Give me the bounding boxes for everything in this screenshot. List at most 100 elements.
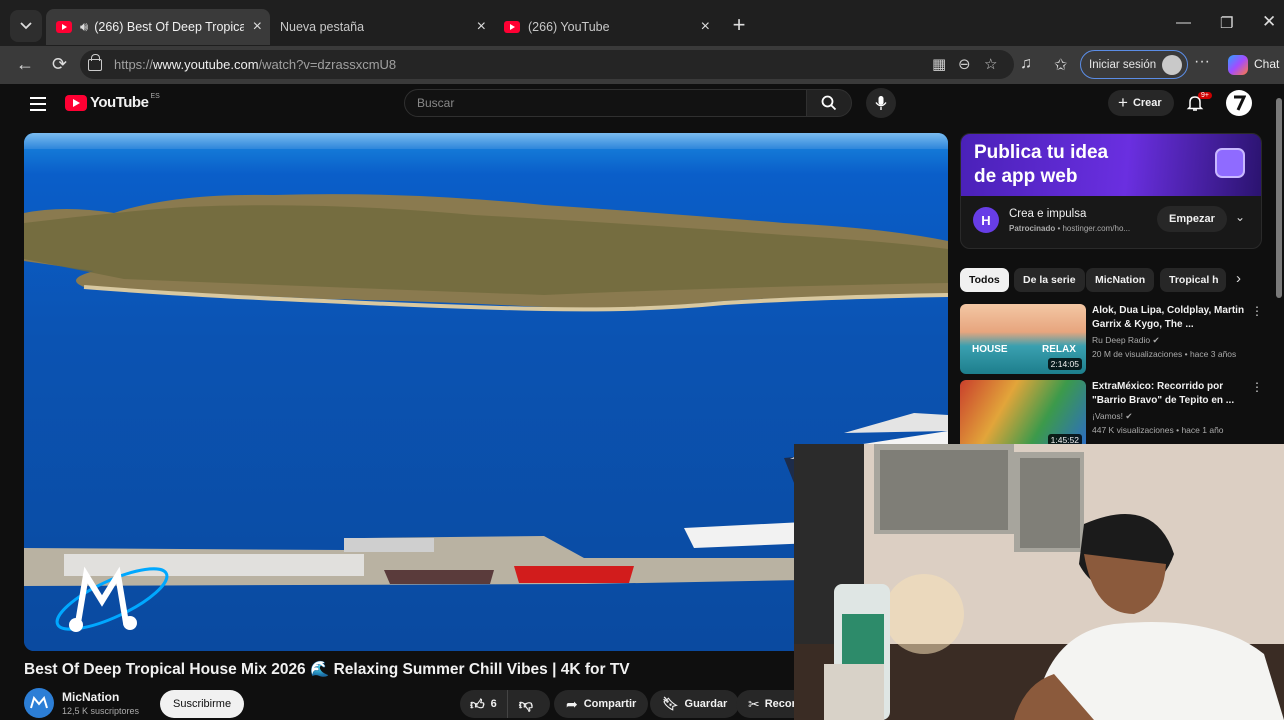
- search-button[interactable]: [806, 89, 852, 117]
- hostinger-logo-icon: H: [973, 207, 999, 233]
- channel-logo-icon: [30, 696, 48, 709]
- address-toolbar: ← ⟳ https://www.youtube.com/watch?v=dzra…: [0, 46, 1284, 84]
- save-label: Guardar: [684, 698, 728, 710]
- thumbs-up-icon: 👍︎: [470, 695, 485, 712]
- speaker-icon[interactable]: 🔊︎: [80, 19, 88, 35]
- microphone-icon: [875, 96, 887, 110]
- signin-button[interactable]: Iniciar sesión: [1080, 50, 1189, 79]
- close-tab-icon[interactable]: ×: [701, 18, 710, 36]
- tab-title: (266) YouTube: [528, 20, 610, 34]
- create-label: Crear: [1132, 97, 1162, 109]
- recommendation-meta: 20 M de visualizaciones • hace 3 años: [1092, 349, 1237, 359]
- tab-youtube-home[interactable]: (266) YouTube ×: [494, 9, 718, 45]
- new-tab-button[interactable]: +: [728, 12, 750, 38]
- account-avatar[interactable]: [1226, 90, 1252, 116]
- subscribe-button[interactable]: Suscribirme: [160, 690, 245, 718]
- thumb-text: HOUSE: [972, 344, 1008, 355]
- sponsored-ad-card[interactable]: Publica tu idea de app web H Crea e impu…: [960, 133, 1262, 249]
- like-button[interactable]: 👍︎ 6: [460, 690, 508, 718]
- recommendation-item[interactable]: 1:45:52 ExtraMéxico: Recorrido por "Barr…: [960, 380, 1263, 450]
- like-dislike-group: 👍︎ 6 👎︎: [460, 690, 550, 718]
- chevron-down-icon: [20, 22, 32, 30]
- copilot-icon[interactable]: [1228, 55, 1248, 75]
- minimize-icon[interactable]: —: [1176, 14, 1191, 31]
- video-thumbnail[interactable]: 1:45:52: [960, 380, 1086, 450]
- zoom-icon[interactable]: ⊖: [958, 55, 971, 73]
- app-available-icon[interactable]: ▦: [932, 55, 946, 73]
- logo-text: YouTube: [90, 94, 149, 111]
- scissors-icon: ✂: [748, 695, 760, 712]
- layers-icon: [1215, 148, 1245, 178]
- recommendation-item[interactable]: HOUSE RELAX 2:14:05 Alok, Dua Lipa, Cold…: [960, 304, 1263, 374]
- ad-banner[interactable]: Publica tu idea de app web: [961, 134, 1261, 196]
- micnation-logo: [55, 566, 169, 632]
- share-button[interactable]: ➦ Compartir: [554, 690, 649, 718]
- avatar-glyph-icon: [1234, 95, 1246, 111]
- back-arrow-icon[interactable]: ←: [16, 54, 34, 75]
- channel-name[interactable]: MicNation: [62, 690, 119, 704]
- chevron-right-icon[interactable]: ›: [1236, 270, 1241, 287]
- verified-icon: ✔: [1152, 335, 1160, 345]
- more-options-icon[interactable]: ⋮: [1251, 304, 1263, 318]
- ad-cta-button[interactable]: Empezar: [1157, 206, 1227, 232]
- clip-button[interactable]: ✂ Recortar: [736, 690, 796, 718]
- tab-new-tab[interactable]: Nueva pestaña ×: [270, 9, 494, 105]
- tab-youtube-video[interactable]: 🔊︎ (266) Best Of Deep Tropical H ×: [46, 9, 270, 45]
- bookmark-icon: 🔖︎: [662, 696, 679, 711]
- subscriber-count: 12,5 K suscriptores: [62, 706, 140, 716]
- thumb-text: RELAX: [1042, 344, 1076, 355]
- recommendation-title: ExtraMéxico: Recorrido por "Barrio Bravo…: [1092, 381, 1235, 406]
- recommendation-title: Alok, Dua Lipa, Coldplay, Martin Garrix …: [1092, 305, 1245, 330]
- webcam-overlay: [794, 444, 1284, 720]
- chip-de-la-serie[interactable]: De la serie: [1014, 268, 1085, 292]
- voice-search-button[interactable]: [866, 88, 896, 118]
- ad-name: Crea e impulsa: [1009, 208, 1087, 220]
- url-text: https://www.youtube.com/watch?v=dzrassxc…: [114, 57, 397, 72]
- media-control-icon[interactable]: ♫: [1020, 55, 1032, 73]
- verified-icon: ✔: [1125, 411, 1133, 421]
- region-code: ES: [150, 93, 160, 100]
- more-options-icon[interactable]: ⋮: [1251, 380, 1263, 394]
- video-title: Best Of Deep Tropical House Mix 2026 🌊 R…: [24, 661, 630, 678]
- youtube-logo[interactable]: YouTube ES: [65, 93, 160, 111]
- recommendation-channel: Ru Deep Radio ✔: [1092, 335, 1160, 345]
- favorites-icon[interactable]: ✩: [1054, 55, 1067, 75]
- island-scene: [24, 194, 948, 312]
- create-button[interactable]: + Crear: [1108, 90, 1174, 116]
- address-bar[interactable]: https://www.youtube.com/watch?v=dzrassxc…: [80, 50, 1014, 79]
- share-label: Compartir: [583, 698, 637, 710]
- channel-avatar[interactable]: [24, 688, 54, 718]
- restore-icon[interactable]: ❐: [1220, 14, 1233, 32]
- chip-tropical[interactable]: Tropical h: [1160, 268, 1226, 292]
- chevron-down-icon[interactable]: ⌄: [1235, 210, 1245, 224]
- close-tab-icon[interactable]: ×: [477, 18, 486, 36]
- tab-actions-menu[interactable]: [10, 10, 42, 42]
- menu-icon[interactable]: [30, 97, 46, 115]
- favorite-star-icon[interactable]: ☆: [984, 55, 997, 73]
- page-scrollbar[interactable]: [1276, 98, 1282, 298]
- chat-button[interactable]: Chat: [1254, 57, 1279, 71]
- tab-title: (266) Best Of Deep Tropical H: [94, 20, 245, 34]
- chip-micnation[interactable]: MicNation: [1086, 268, 1155, 292]
- youtube-favicon-icon: [504, 21, 520, 33]
- close-tab-icon[interactable]: ×: [253, 18, 262, 36]
- recommendation-channel: ¡Vamos! ✔: [1092, 411, 1133, 421]
- recommendation-meta: 447 K visualizaciones • hace 1 año: [1092, 425, 1224, 435]
- lock-icon: [88, 53, 102, 71]
- chip-todos[interactable]: Todos: [960, 268, 1009, 292]
- thumbs-down-icon: 👎︎: [518, 695, 533, 712]
- video-horizon: [24, 133, 948, 149]
- duration-badge: 2:14:05: [1047, 358, 1082, 370]
- like-count: 6: [490, 698, 497, 710]
- browser-tab-strip: 🔊︎ (266) Best Of Deep Tropical H × Nueva…: [0, 0, 1284, 105]
- ad-headline: Publica tu idea de app web: [974, 142, 1109, 187]
- search-input[interactable]: Buscar: [404, 89, 808, 117]
- dislike-button[interactable]: 👎︎: [508, 690, 544, 718]
- tab-title: Nueva pestaña: [280, 20, 365, 34]
- refresh-icon[interactable]: ⟳: [52, 54, 67, 75]
- save-button[interactable]: 🔖︎ Guardar: [650, 690, 740, 718]
- video-thumbnail[interactable]: HOUSE RELAX 2:14:05: [960, 304, 1086, 374]
- close-window-icon[interactable]: ✕: [1262, 12, 1276, 32]
- search-icon: [821, 95, 837, 111]
- more-menu-icon[interactable]: ···: [1194, 53, 1210, 71]
